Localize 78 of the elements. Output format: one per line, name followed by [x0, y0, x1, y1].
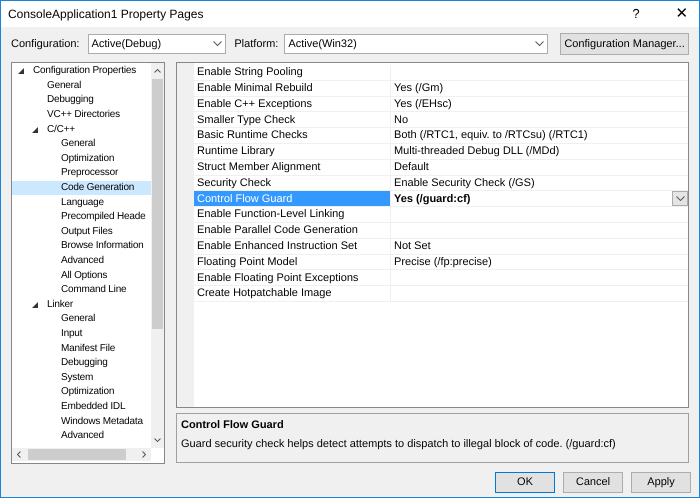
property-value: Yes (/EHsc) — [394, 96, 453, 112]
scroll-thumb[interactable] — [28, 449, 126, 460]
tree-item[interactable]: VC++ Directories — [12, 108, 151, 122]
dialog-button[interactable]: Apply — [631, 472, 691, 493]
tree-item[interactable]: General — [12, 136, 151, 152]
scroll-thumb[interactable] — [152, 79, 163, 329]
tree-item[interactable]: Debugging — [12, 356, 151, 370]
property-value: No — [394, 112, 410, 128]
property-name[interactable]: Struct Member Alignment — [194, 160, 391, 175]
description-text: Guard security check helps detect attempts to dispatch to illegal block of code. (/guard:cf) — [181, 436, 617, 452]
tree-item[interactable]: Linker — [12, 298, 151, 312]
property-value: Multi-threaded Debug DLL (/MDd) — [394, 144, 560, 160]
tree-item[interactable]: Code Generation — [12, 180, 151, 196]
tree-item[interactable]: Command Line — [12, 282, 151, 298]
chevron-down-icon — [676, 196, 684, 202]
configuration-manager-button[interactable]: Configuration Manager... — [560, 33, 689, 55]
tree-item[interactable]: Debugging — [12, 93, 151, 108]
property-name[interactable]: Enable Function-Level Linking — [194, 207, 391, 222]
tree-item[interactable]: Advanced — [12, 428, 151, 444]
expanded-triangle-icon[interactable] — [32, 302, 38, 308]
chevron-up-icon — [154, 69, 161, 73]
tree-item[interactable]: Precompiled Heade — [12, 210, 151, 225]
tree-item[interactable]: Configuration Properties — [12, 64, 151, 79]
chevron-right-icon — [142, 451, 146, 458]
dropdown-button[interactable] — [672, 191, 688, 206]
tree-item[interactable]: Optimization — [12, 385, 151, 400]
property-value: Yes (/guard:cf) — [394, 192, 472, 207]
tree-item[interactable]: Input — [12, 326, 151, 342]
property-name[interactable]: Enable String Pooling — [194, 65, 391, 80]
property-name[interactable]: Basic Runtime Checks — [194, 128, 391, 143]
property-name[interactable]: Enable Minimal Rebuild — [194, 80, 391, 96]
vertical-scrollbar[interactable] — [151, 63, 164, 448]
tree-item[interactable]: Embedded IDL — [12, 400, 151, 414]
configuration-label: Configuration: — [11, 36, 80, 52]
property-value: Default — [394, 160, 430, 175]
close-button[interactable]: ✕ — [665, 2, 699, 26]
property-value: Precise (/fp:precise) — [394, 254, 493, 270]
tree-item[interactable]: Optimization — [12, 152, 151, 166]
property-value: Enable Security Check (/GS) — [394, 176, 536, 191]
property-name[interactable]: Create Hotpatchable Image — [194, 286, 391, 301]
property-name[interactable]: Floating Point Model — [194, 254, 391, 270]
configuration-dropdown[interactable]: Active(Debug) — [88, 34, 226, 54]
property-name[interactable]: Enable C++ Exceptions — [194, 96, 391, 112]
property-name[interactable]: Enable Enhanced Instruction Set — [194, 238, 391, 254]
platform-label: Platform: — [234, 36, 278, 52]
tree-item[interactable]: Manifest File — [12, 341, 151, 356]
expanded-triangle-icon[interactable] — [32, 126, 38, 133]
help-button[interactable]: ? — [621, 2, 651, 26]
property-value: Not Set — [394, 238, 432, 254]
chevron-down-icon — [213, 41, 222, 47]
tree-item[interactable]: Preprocessor — [12, 166, 151, 181]
tree-item[interactable]: Language — [12, 195, 151, 210]
window-title: ConsoleApplication1 Property Pages — [8, 6, 204, 23]
tree-item[interactable]: Windows Metadata — [12, 414, 151, 429]
property-value: Both (/RTC1, equiv. to /RTCsu) (/RTC1) — [394, 128, 589, 144]
chevron-down-icon — [535, 41, 544, 47]
property-name[interactable]: Runtime Library — [194, 144, 391, 159]
property-name[interactable]: Smaller Type Check — [194, 112, 391, 128]
property-name[interactable]: Enable Floating Point Exceptions — [194, 270, 391, 286]
dialog-button[interactable]: OK — [495, 472, 555, 493]
tree-item[interactable]: C/C++ — [12, 122, 151, 137]
description-title: Control Flow Guard — [181, 418, 285, 433]
property-value: Yes (/Gm) — [394, 80, 444, 96]
tree-item[interactable]: Advanced — [12, 254, 151, 268]
chevron-left-icon — [17, 451, 21, 458]
tree-item[interactable]: Browse Information — [12, 239, 151, 254]
property-name[interactable]: Enable Parallel Code Generation — [194, 222, 391, 238]
platform-dropdown[interactable]: Active(Win32) — [284, 34, 548, 54]
tree-item[interactable]: All Options — [12, 268, 151, 283]
tree-item[interactable]: Output Files — [12, 224, 151, 240]
tree-item[interactable]: General — [12, 78, 151, 94]
tree-item[interactable]: System — [12, 370, 151, 386]
dialog-button[interactable]: Cancel — [563, 472, 623, 493]
tree-item[interactable]: General — [12, 312, 151, 327]
expanded-triangle-icon[interactable] — [18, 68, 24, 74]
chevron-down-icon — [154, 438, 161, 442]
horizontal-scrollbar[interactable] — [12, 448, 151, 461]
property-name[interactable]: Security Check — [194, 176, 391, 190]
